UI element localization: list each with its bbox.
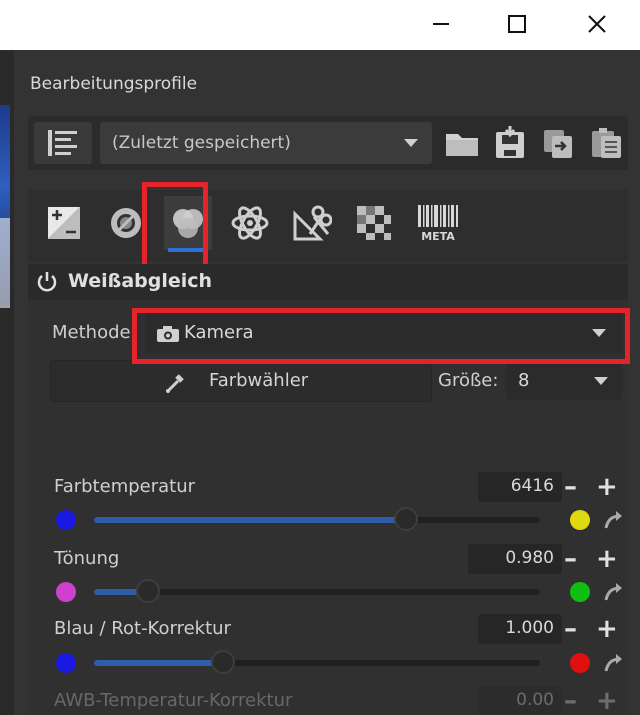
slider-track[interactable] [94,660,540,666]
right-color-dot [570,510,590,530]
color-picker-label: Farbwähler [209,370,309,391]
slider-track[interactable] [94,517,540,523]
close-icon [588,15,606,33]
chevron-down-icon [594,377,608,385]
reset-icon[interactable] [602,653,624,677]
save-icon [496,126,524,158]
slider-label: Farbtemperatur [54,476,196,497]
color-icon [173,209,203,238]
chevron-down-icon [404,139,418,147]
left-image-strip [0,50,14,715]
right-color-dot [570,653,590,673]
size-select-value: 8 [518,370,530,391]
white-balance-title: Weißabgleich [68,270,213,292]
open-profile-button[interactable] [442,124,482,162]
slider-label: Tönung [54,548,120,569]
method-select[interactable]: Kamera [146,313,622,353]
slider-fill [94,517,407,523]
reset-icon[interactable] [602,510,624,534]
white-balance-body: Methode: Kamera Farbwähler Größe: 8 Farb… [28,300,628,715]
left-color-dot [56,582,76,602]
white-balance-header[interactable]: Weißabgleich [28,264,628,300]
decrement-button[interactable]: – [564,474,577,500]
size-label: Größe: [438,370,499,391]
left-color-dot [56,510,76,530]
section-title: Bearbeitungsprofile [30,74,198,94]
exposure-icon [48,207,80,239]
profile-list-icon [48,130,77,156]
profile-row: (Zuletzt gespeichert) [28,116,628,170]
transform-icon [293,205,332,241]
size-select[interactable]: 8 [506,362,622,400]
tab-detail[interactable] [102,196,150,250]
detail-icon [111,208,141,238]
decrement-button: – [564,686,577,715]
tab-exposure[interactable] [40,196,88,250]
raw-icon [357,206,391,240]
paste-icon [592,128,621,158]
increment-button[interactable]: + [596,546,618,572]
decrement-button[interactable]: – [564,546,577,572]
tool-panel: Bearbeitungsprofile (Zuletzt gespeichert… [14,50,640,715]
slider-track[interactable] [94,589,540,595]
profile-list-button[interactable] [34,122,92,164]
tab-raw[interactable] [350,196,398,250]
increment-button: + [596,686,618,715]
increment-button[interactable]: + [596,616,618,642]
minimize-icon [433,23,449,25]
slider-label: Blau / Rot-Korrektur [54,618,231,639]
maximize-button[interactable] [494,6,540,42]
profile-select-value: (Zuletzt gespeichert) [112,133,291,153]
folder-icon [446,134,478,156]
profile-select[interactable]: (Zuletzt gespeichert) [100,122,432,164]
slider-value-input: 0.00 [478,686,562,715]
eyedropper-icon [165,372,185,398]
reset-icon[interactable] [602,582,624,606]
slider-label: AWB-Temperatur-Korrektur [54,690,293,711]
window-titlebar [0,0,640,50]
meta-tab-label: META [421,230,455,243]
tab-color[interactable] [164,196,212,252]
copy-profile-button[interactable] [538,124,578,162]
slider-handle[interactable] [135,579,160,603]
image-thumbnail-highlight [0,218,10,308]
slider-handle[interactable] [211,650,236,674]
slider-value-input[interactable]: 6416 [478,472,562,502]
method-label: Methode: [52,322,137,343]
paste-profile-button[interactable] [586,124,626,162]
right-color-dot [570,582,590,602]
tool-tabs: META [28,190,628,262]
left-color-dot [56,653,76,673]
tab-advanced[interactable] [226,196,274,250]
maximize-icon [508,15,526,33]
power-icon[interactable] [36,270,58,296]
slider-value-input[interactable]: 0.980 [468,544,562,574]
slider-fill [94,660,224,666]
decrement-button[interactable]: – [564,616,577,642]
color-picker-button[interactable]: Farbwähler [50,360,432,402]
increment-button[interactable]: + [596,474,618,500]
metadata-icon: META [418,205,458,243]
slider-value-input[interactable]: 1.000 [478,614,562,644]
minimize-button[interactable] [418,6,464,42]
method-select-value: Kamera [184,322,254,343]
tab-transform[interactable] [288,196,336,250]
tab-metadata[interactable]: META [414,196,462,250]
camera-icon [156,325,180,347]
slider-handle[interactable] [394,507,419,531]
copy-icon [544,130,572,158]
close-button[interactable] [574,6,620,42]
save-profile-button[interactable] [490,124,530,162]
advanced-icon [231,206,269,240]
chevron-down-icon [592,329,606,337]
